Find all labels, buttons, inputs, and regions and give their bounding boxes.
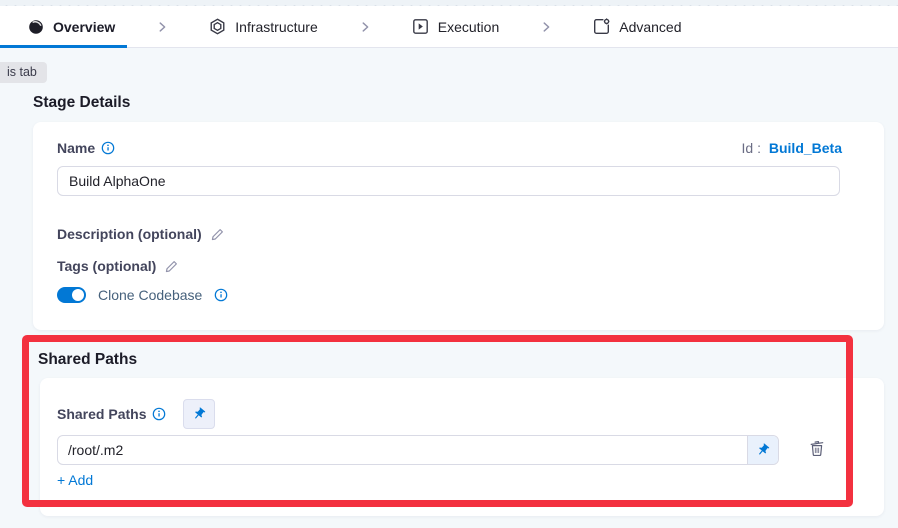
name-label: Name	[57, 140, 95, 156]
toggle-knob	[72, 289, 84, 301]
pushpin-icon	[753, 440, 773, 460]
pushpin-icon	[190, 404, 210, 424]
description-row: Description (optional)	[57, 226, 225, 242]
hexagon-icon	[209, 18, 226, 35]
tags-label: Tags (optional)	[57, 258, 156, 274]
clone-codebase-toggle[interactable]	[57, 287, 86, 303]
chevron-right-icon	[539, 20, 553, 34]
description-label: Description (optional)	[57, 226, 202, 242]
tab-execution-label: Execution	[438, 19, 499, 35]
square-gear-icon	[593, 18, 610, 35]
stage-tabbar: Overview Infrastructure Execution	[0, 6, 898, 48]
tab-infrastructure[interactable]: Infrastructure	[209, 18, 317, 35]
tab-overview-label: Overview	[53, 19, 115, 35]
tags-row: Tags (optional)	[57, 258, 179, 274]
tab-overview[interactable]: Overview	[28, 19, 115, 35]
shared-paths-heading: Shared Paths	[38, 351, 137, 369]
id-value: Build_Beta	[769, 140, 842, 156]
info-icon[interactable]	[214, 288, 228, 302]
pin-button[interactable]	[183, 399, 215, 429]
shared-paths-card: Shared Paths + Add	[40, 378, 884, 516]
play-square-icon	[412, 18, 429, 35]
clone-codebase-label: Clone Codebase	[98, 287, 202, 303]
stage-details-heading: Stage Details	[33, 94, 130, 112]
stage-config-page: Overview Infrastructure Execution	[0, 0, 898, 528]
id-label: Id :	[742, 140, 761, 156]
chevron-right-icon	[155, 20, 169, 34]
active-tab-underline	[0, 45, 127, 48]
info-icon[interactable]	[101, 141, 115, 155]
tab-execution[interactable]: Execution	[412, 18, 499, 35]
pie-sphere-icon	[28, 19, 44, 35]
pin-toggle-button[interactable]	[747, 436, 778, 464]
stage-name-input[interactable]	[57, 166, 840, 196]
edit-pencil-icon[interactable]	[164, 259, 179, 274]
tab-advanced-label: Advanced	[619, 19, 681, 35]
tab-advanced[interactable]: Advanced	[593, 18, 681, 35]
info-icon[interactable]	[152, 407, 166, 421]
stage-details-card: Name Id : Build_Beta Description (option…	[33, 122, 884, 330]
chevron-right-icon	[358, 20, 372, 34]
shared-path-input-group	[57, 435, 779, 465]
clipped-tooltip: is tab	[0, 62, 47, 83]
name-label-row: Name	[57, 140, 115, 156]
shared-paths-label-row: Shared Paths	[57, 399, 215, 429]
edit-pencil-icon[interactable]	[210, 227, 225, 242]
shared-path-input[interactable]	[58, 436, 747, 464]
trash-icon[interactable]	[808, 439, 826, 458]
tab-infrastructure-label: Infrastructure	[235, 19, 317, 35]
tooltip-text: is tab	[7, 65, 37, 79]
add-path-button[interactable]: + Add	[57, 472, 93, 488]
shared-paths-label: Shared Paths	[57, 406, 146, 422]
stage-id: Id : Build_Beta	[742, 140, 842, 156]
clone-codebase-row: Clone Codebase	[57, 287, 228, 303]
